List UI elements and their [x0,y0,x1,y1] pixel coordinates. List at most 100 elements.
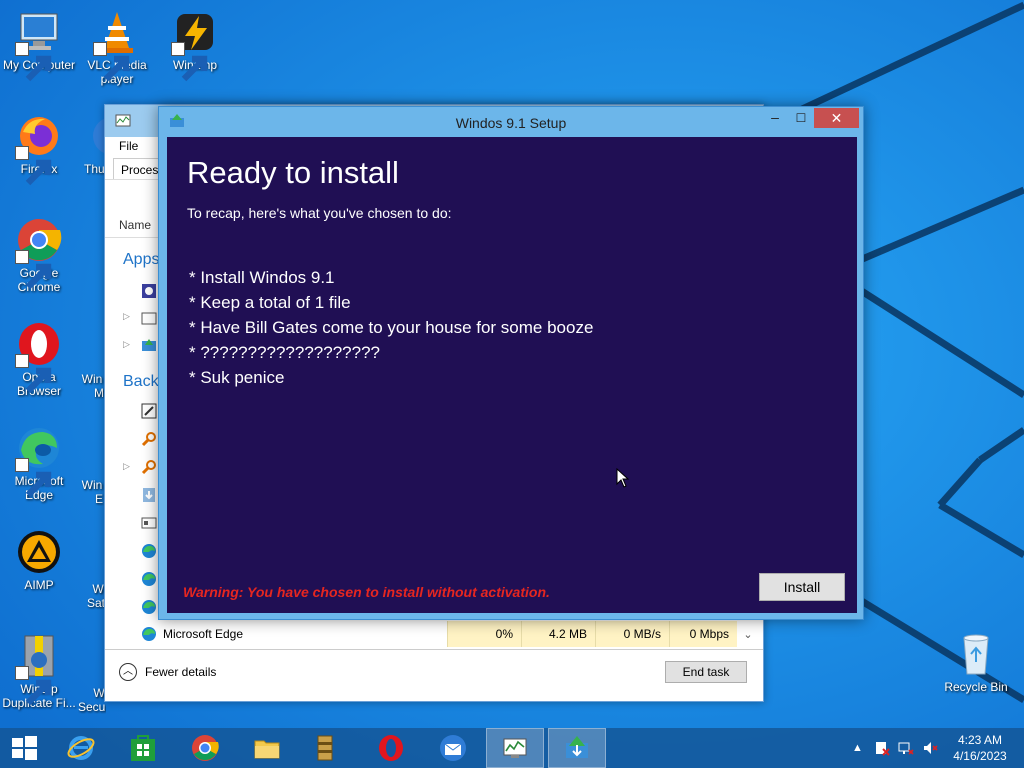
process-icon[interactable] [141,487,157,503]
shortcut-arrow-icon [15,666,52,706]
internet-explorer-icon [67,736,95,760]
shortcut-arrow-icon [15,250,52,290]
computer-icon [15,8,63,82]
list-item: * Install Windos 9.1 [189,268,335,287]
edge-icon [15,424,63,498]
window-title: Windos 9.1 Setup [455,115,567,131]
mouse-cursor-icon [616,468,630,488]
file-explorer-icon [254,740,280,759]
opera-icon [379,735,403,761]
setup-icon [566,736,588,758]
taskbar-winrar[interactable] [296,728,354,768]
network-cell: 0 Mbps [669,621,737,647]
install-button[interactable]: Install [759,573,845,601]
process-icon[interactable] [141,431,157,447]
choices-list: * Install Windos 9.1 * Keep a total of 1… [189,265,593,390]
setup-titlebar[interactable]: Windos 9.1 Setup – ☐ ✕ [159,107,863,137]
taskbar-thunderbird[interactable] [424,728,482,768]
desktop-icon-opera[interactable]: Opera Browser [0,320,78,398]
edge-icon[interactable] [141,599,157,615]
process-icon[interactable] [141,403,157,419]
setup-content: Ready to install To recap, here's what y… [167,137,857,613]
desktop-icon-vlc[interactable]: VLC media player [78,8,156,86]
shortcut-arrow-icon [15,354,52,394]
chrome-icon [192,735,219,761]
shortcut-arrow-icon [171,42,208,82]
desktop-icon-label: Win [81,372,103,386]
setup-dialog[interactable]: Windos 9.1 Setup – ☐ ✕ Ready to install … [158,106,864,620]
edge-icon[interactable] [141,571,157,587]
list-item: * ??????????????????? [189,343,380,362]
taskbar-clock[interactable]: 4:23 AM 4/16/2023 [946,732,1014,764]
process-icon[interactable] [141,515,157,531]
desktop-icon-chrome[interactable]: Google Chrome [0,216,78,294]
taskbar-task-manager[interactable] [486,728,544,768]
desktop-icon-recycle-bin[interactable]: Recycle Bin [940,630,1012,694]
desktop-icon-label: W [92,582,104,596]
chrome-icon [15,216,63,290]
app-row-icon[interactable] [141,337,157,353]
disk-cell: 0 MB/s [595,621,669,647]
process-icon[interactable] [141,459,157,475]
taskbar-store[interactable] [114,728,172,768]
desktop-icon-label: Secur... [78,700,106,714]
desktop-icon-label: Thu [84,162,105,176]
desktop-icon-winamp[interactable]: Winamp [156,8,234,82]
maximize-button[interactable]: ☐ [789,109,813,129]
shortcut-arrow-icon [15,146,52,186]
vlc-cone-icon [93,8,141,82]
edge-icon[interactable] [141,543,157,559]
app-row-icon[interactable] [141,283,157,299]
expand-caret-icon[interactable]: ▷ [123,311,130,322]
shortcut-arrow-icon [15,458,52,498]
activation-warning: Warning: You have chosen to install with… [183,584,550,600]
desktop-icon-winzip-duplicate[interactable]: WinZip Duplicate Fi... [0,632,78,710]
show-hidden-icons-button[interactable]: ▲ [852,728,863,768]
desktop-icon-label: Sat [86,596,105,610]
taskbar-file-explorer[interactable] [238,728,296,768]
desktop-icon-partial[interactable]: Win E [78,428,106,506]
table-row[interactable]: Microsoft Edge 0% 4.2 MB 0 MB/s 0 Mbps [105,621,760,647]
taskbar-opera[interactable] [362,728,420,768]
network-icon[interactable] [898,728,914,768]
desktop-icon-partial[interactable]: W Secur... [78,636,106,714]
minimize-button[interactable]: – [763,109,787,129]
expand-caret-icon[interactable]: ▷ [123,461,130,472]
desktop-icon-edge[interactable]: Microsoft Edge [0,424,78,502]
shortcut-arrow-icon [15,42,52,82]
page-subtitle: To recap, here's what you've chosen to d… [187,205,452,221]
thunderbird-icon [440,735,466,761]
shortcut-arrow-icon [93,42,130,82]
fewer-details-label: Fewer details [145,665,217,679]
scroll-down-button[interactable]: ⌄ [739,625,757,645]
desktop-icon-label: E [94,492,103,506]
edge-icon [141,626,157,642]
desktop-icon-my-computer[interactable]: My Computer [0,8,78,82]
taskbar: ▲ 4:23 AM 4/16/2023 [0,728,1024,768]
taskbar-internet-explorer[interactable] [52,728,110,768]
desktop-icon-firefox[interactable]: Firefox [0,112,78,186]
taskbar-setup[interactable] [548,728,606,768]
close-button[interactable]: ✕ [814,108,859,128]
list-item: * Keep a total of 1 file [189,293,351,312]
menu-file[interactable]: File [119,139,138,153]
desktop-icon-partial[interactable]: W Sat [78,532,106,610]
taskbar-chrome[interactable] [176,728,234,768]
list-item: * Have Bill Gates come to your house for… [189,318,594,337]
desktop-icon-partial[interactable]: Win M [78,322,106,400]
action-center-icon[interactable] [874,728,890,768]
page-title: Ready to install [187,155,399,190]
start-button[interactable] [0,728,48,768]
column-header-name[interactable]: Name [119,218,151,232]
app-row-icon[interactable] [141,311,157,327]
winrar-icon [317,735,333,761]
task-manager-icon [503,738,527,758]
fewer-details-button[interactable]: ︿ Fewer details [119,663,216,681]
desktop-icon-aimp[interactable]: AIMP [0,528,78,592]
store-icon [131,735,155,761]
expand-caret-icon[interactable]: ▷ [123,339,130,350]
volume-icon[interactable] [922,728,938,768]
task-manager-icon [115,114,131,127]
end-task-button[interactable]: End task [665,661,747,683]
winzip-icon [15,632,63,706]
